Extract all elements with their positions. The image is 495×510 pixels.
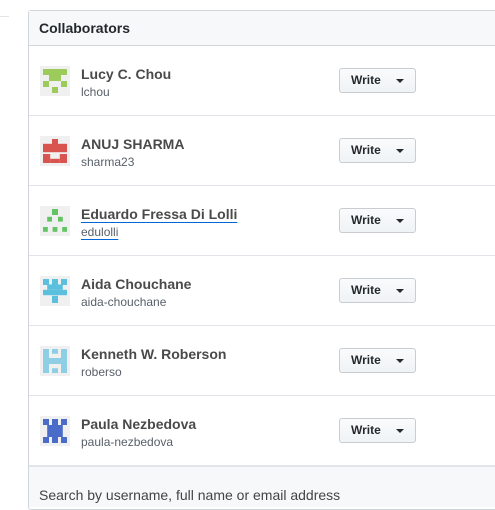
permission-label: Write [351, 423, 381, 437]
avatar[interactable] [40, 346, 70, 376]
collaborator-name[interactable]: Aida Chouchane [81, 276, 191, 292]
collaborator-name[interactable]: Lucy C. Chou [81, 66, 171, 82]
permission-label: Write [351, 73, 381, 87]
collaborator-login[interactable]: edulolli [81, 225, 118, 239]
chevron-down-icon [396, 79, 404, 83]
permission-dropdown-button[interactable]: Write [339, 348, 416, 373]
search-input[interactable] [29, 467, 495, 507]
collaborator-name[interactable]: Eduardo Fressa Di Lolli [81, 206, 237, 222]
chevron-down-icon [396, 289, 404, 293]
permission-label: Write [351, 213, 381, 227]
search-row [29, 466, 495, 507]
collaborator-login[interactable]: roberso [81, 365, 122, 379]
identicon-icon [40, 66, 70, 96]
avatar[interactable] [40, 416, 70, 446]
panel-title: Collaborators [29, 11, 495, 46]
collaborators-panel: Collaborators Lucy C. Chou lchou Write A… [28, 10, 495, 510]
identicon-icon [40, 276, 70, 306]
collaborator-row: Eduardo Fressa Di Lolli edulolli Write [29, 186, 495, 256]
permission-dropdown-button[interactable]: Write [339, 68, 416, 93]
avatar[interactable] [40, 136, 70, 166]
collaborator-name[interactable]: Kenneth W. Roberson [81, 346, 226, 362]
collaborator-name[interactable]: Paula Nezbedova [81, 416, 196, 432]
identicon-icon [40, 416, 70, 446]
collaborator-row: ANUJ SHARMA sharma23 Write [29, 116, 495, 186]
permission-dropdown-button[interactable]: Write [339, 208, 416, 233]
permission-dropdown-button[interactable]: Write [339, 418, 416, 443]
collaborator-row: Kenneth W. Roberson roberso Write [29, 326, 495, 396]
avatar[interactable] [40, 276, 70, 306]
identicon-icon [40, 206, 70, 236]
chevron-down-icon [396, 219, 404, 223]
permission-label: Write [351, 143, 381, 157]
collaborator-row: Aida Chouchane aida-chouchane Write [29, 256, 495, 326]
collaborator-login[interactable]: aida-chouchane [81, 295, 166, 309]
identicon-icon [40, 346, 70, 376]
permission-dropdown-button[interactable]: Write [339, 138, 416, 163]
chevron-down-icon [396, 429, 404, 433]
avatar[interactable] [40, 66, 70, 96]
collaborator-row: Lucy C. Chou lchou Write [29, 46, 495, 116]
permission-label: Write [351, 353, 381, 367]
collaborator-row: Paula Nezbedova paula-nezbedova Write [29, 396, 495, 466]
left-divider [0, 0, 9, 17]
collaborator-login[interactable]: paula-nezbedova [81, 435, 173, 449]
permission-label: Write [351, 283, 381, 297]
chevron-down-icon [396, 359, 404, 363]
collaborator-name[interactable]: ANUJ SHARMA [81, 136, 184, 152]
collaborator-login[interactable]: lchou [81, 85, 110, 99]
identicon-icon [40, 136, 70, 166]
avatar[interactable] [40, 206, 70, 236]
permission-dropdown-button[interactable]: Write [339, 278, 416, 303]
collaborator-login[interactable]: sharma23 [81, 155, 134, 169]
chevron-down-icon [396, 149, 404, 153]
